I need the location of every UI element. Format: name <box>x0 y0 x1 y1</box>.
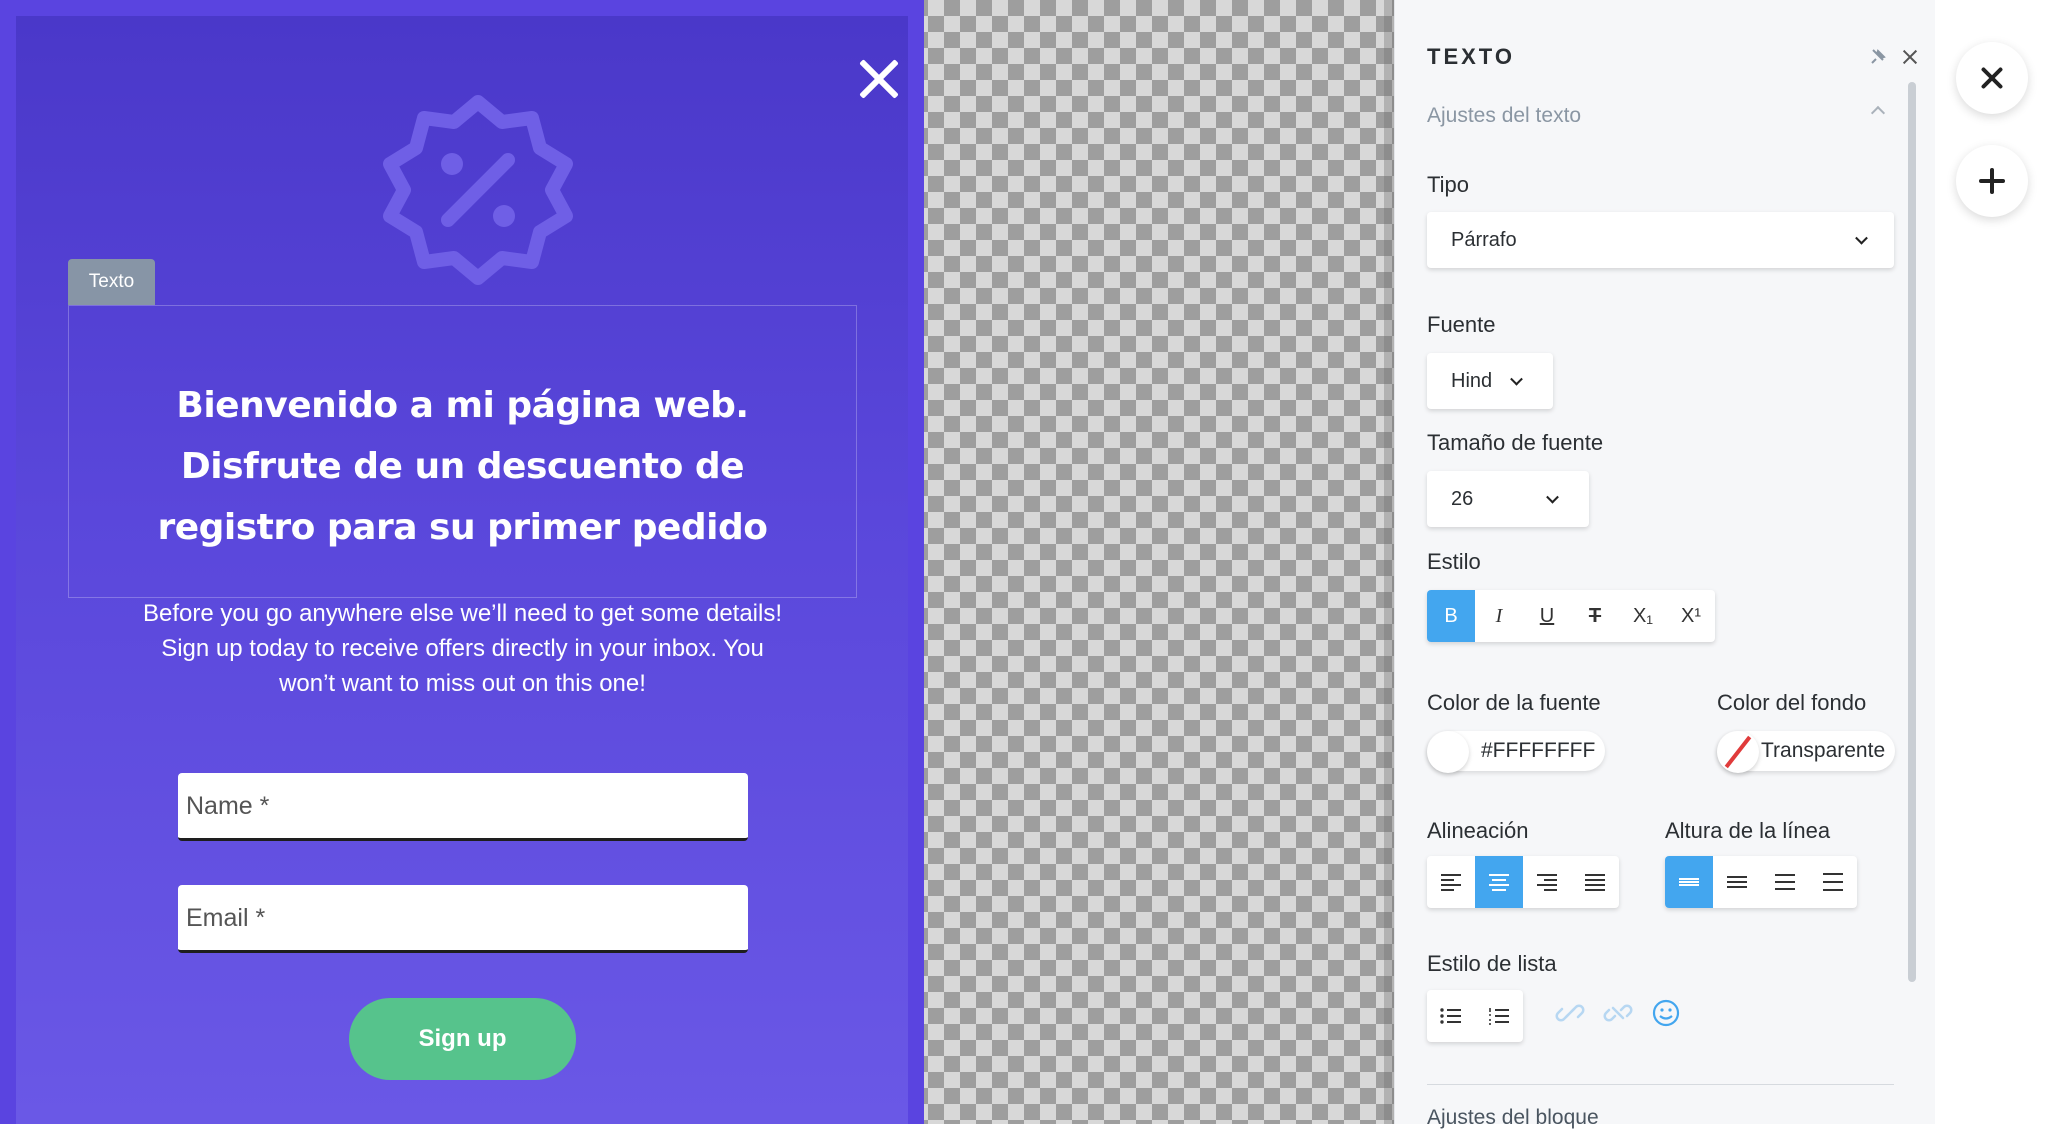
font-select[interactable]: Hind <box>1427 353 1553 409</box>
line-height-loose-icon <box>1775 874 1795 890</box>
text-settings-panel: TEXTO Ajustes del texto Tipo Párrafo Fue… <box>1394 0 1935 1129</box>
font-value: Hind <box>1451 370 1493 392</box>
unlink-icon[interactable] <box>1603 998 1633 1028</box>
description-line: Before you go anywhere else we’ll need t… <box>142 600 783 627</box>
align-left-button[interactable] <box>1427 856 1475 908</box>
line-height-tight-icon <box>1679 878 1699 886</box>
popup-close-icon[interactable] <box>856 56 902 102</box>
line-height-4-button[interactable] <box>1809 856 1857 908</box>
font-color-picker[interactable]: #FFFFFFFF <box>1427 731 1605 773</box>
align-center-icon <box>1489 874 1509 891</box>
headline-line: Bienvenido a mi página web. <box>176 385 749 426</box>
alignment-buttons <box>1427 856 1619 908</box>
bg-color-value: Transparente <box>1761 739 1886 762</box>
white-swatch-icon <box>1427 731 1469 773</box>
name-field[interactable]: Name * <box>178 773 748 841</box>
chevron-down-icon <box>1510 372 1523 386</box>
font-size-label: Tamaño de fuente <box>1427 430 1604 455</box>
strikethrough-button[interactable]: T <box>1571 590 1619 642</box>
bullet-list-icon <box>1440 1008 1461 1024</box>
alignment-label: Alineación <box>1427 818 1529 843</box>
italic-button[interactable]: I <box>1475 590 1523 642</box>
align-right-button[interactable] <box>1523 856 1571 908</box>
canvas-edge <box>1384 0 1394 1124</box>
numbered-list-icon <box>1489 1008 1509 1025</box>
bg-color-label: Color del fondo <box>1717 690 1867 715</box>
fuente-label: Fuente <box>1427 312 1496 337</box>
add-block-button[interactable] <box>1956 145 2028 217</box>
font-size-select[interactable]: 26 <box>1427 471 1589 527</box>
panel-title: TEXTO <box>1427 44 1515 69</box>
line-height-buttons <box>1665 856 1857 908</box>
chevron-down-icon <box>1546 490 1559 504</box>
section-divider <box>1427 1084 1894 1085</box>
align-justify-icon <box>1585 874 1605 891</box>
font-color-label: Color de la fuente <box>1427 690 1601 715</box>
email-field[interactable]: Email * <box>178 885 748 953</box>
popup-headline[interactable]: Bienvenido a mi página web. Disfrute de … <box>68 375 857 558</box>
section-text-settings[interactable]: Ajustes del texto <box>1427 104 1893 128</box>
transparent-swatch-icon <box>1717 731 1759 773</box>
close-editor-button[interactable] <box>1956 42 2028 114</box>
description-line: Sign up today to receive offers directly… <box>161 635 764 662</box>
font-size-value: 26 <box>1451 488 1474 510</box>
emoji-icon[interactable] <box>1651 998 1681 1028</box>
section-text-settings-label: Ajustes del texto <box>1427 104 1582 127</box>
section-block-settings[interactable]: Ajustes del bloque <box>1427 1106 1599 1130</box>
discount-badge-icon <box>383 95 573 285</box>
align-left-icon <box>1441 874 1461 891</box>
tipo-value: Párrafo <box>1451 229 1517 251</box>
subscript-button[interactable]: X₁ <box>1619 590 1667 642</box>
bold-button[interactable]: B <box>1427 590 1475 642</box>
editor-canvas: Texto Bienvenido a mi página web. Disfru… <box>0 0 1394 1124</box>
headline-line: Disfrute de un descuento de <box>180 446 745 487</box>
popup-description[interactable]: Before you go anywhere else we’ll need t… <box>110 596 815 701</box>
list-style-label: Estilo de lista <box>1427 951 1557 976</box>
selected-block-tag: Texto <box>68 259 155 305</box>
link-tools <box>1555 998 1681 1028</box>
underline-button[interactable]: U <box>1523 590 1571 642</box>
list-style-buttons <box>1427 990 1523 1042</box>
popup: Texto Bienvenido a mi página web. Disfru… <box>16 16 908 1124</box>
line-height-3-button[interactable] <box>1761 856 1809 908</box>
link-icon[interactable] <box>1555 998 1585 1028</box>
line-height-2-button[interactable] <box>1713 856 1761 908</box>
align-center-button[interactable] <box>1475 856 1523 908</box>
panel-scrollbar[interactable] <box>1908 82 1916 982</box>
style-label: Estilo <box>1427 549 1481 574</box>
chevron-down-icon <box>1855 231 1868 245</box>
signup-button[interactable]: Sign up <box>349 998 576 1080</box>
align-justify-button[interactable] <box>1571 856 1619 908</box>
bullet-list-button[interactable] <box>1427 990 1475 1042</box>
align-right-icon <box>1537 874 1557 891</box>
style-buttons: B I U T X₁ X¹ <box>1427 590 1715 642</box>
tipo-label: Tipo <box>1427 172 1469 197</box>
description-line: won’t want to miss out on this one! <box>279 670 646 697</box>
popup-frame: Texto Bienvenido a mi página web. Disfru… <box>0 0 924 1124</box>
pin-icon[interactable] <box>1869 48 1887 66</box>
bg-color-picker[interactable]: Transparente <box>1717 731 1895 773</box>
chevron-up-icon <box>1870 105 1886 121</box>
tipo-select[interactable]: Párrafo <box>1427 212 1894 268</box>
line-height-normal-icon <box>1727 876 1747 888</box>
line-height-label: Altura de la línea <box>1665 818 1831 843</box>
line-height-1-button[interactable] <box>1665 856 1713 908</box>
superscript-button[interactable]: X¹ <box>1667 590 1715 642</box>
panel-close-icon[interactable] <box>1901 48 1919 66</box>
numbered-list-button[interactable] <box>1475 990 1523 1042</box>
line-height-wide-icon <box>1823 873 1843 891</box>
font-color-value: #FFFFFFFF <box>1481 739 1596 762</box>
headline-line: registro para su primer pedido <box>157 507 768 548</box>
